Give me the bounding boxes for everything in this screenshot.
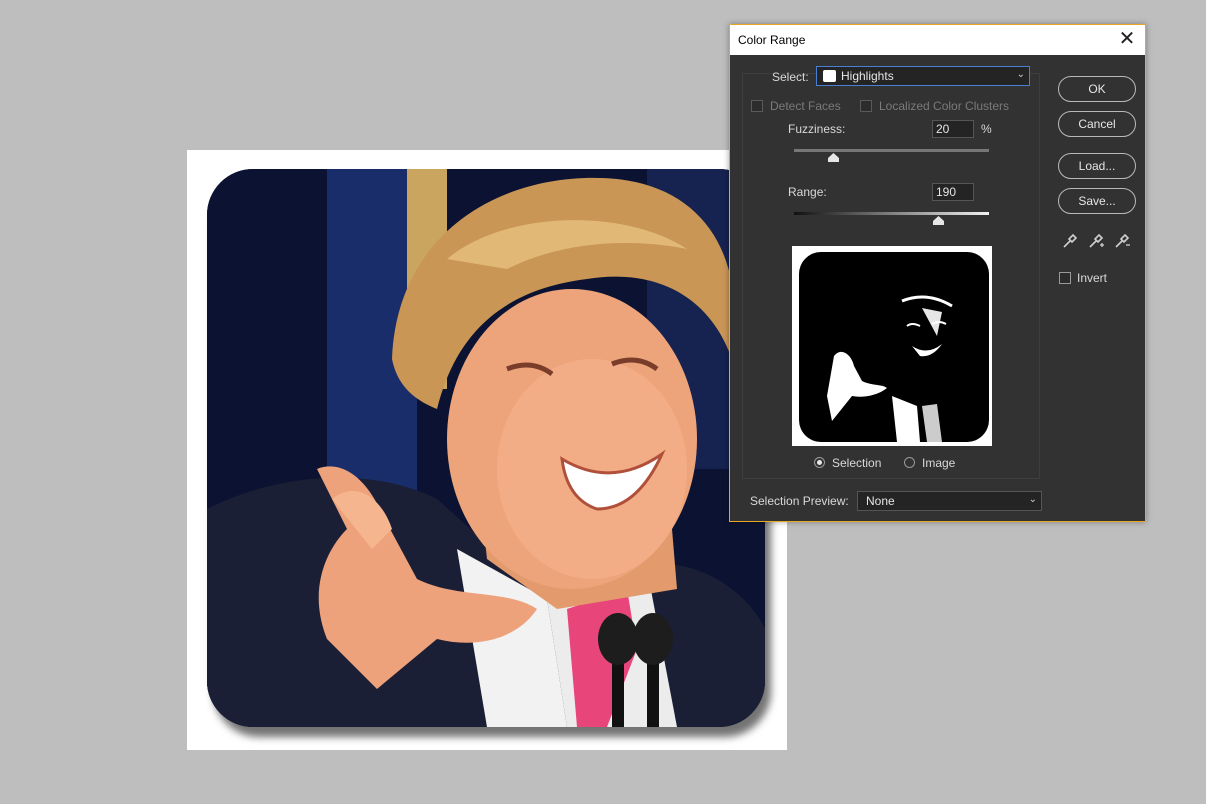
selection-preview-label: Selection Preview: [750, 494, 849, 508]
selection-radio[interactable] [814, 457, 825, 468]
range-label: Range: [788, 185, 827, 199]
dialog-titlebar[interactable]: Color Range ✕ [730, 25, 1145, 55]
fuzziness-unit: % [981, 122, 992, 136]
invert-label: Invert [1077, 271, 1108, 285]
invert-checkbox[interactable] [1059, 272, 1071, 284]
detect-faces-checkbox[interactable] [751, 100, 763, 112]
fuzziness-label: Fuzziness: [788, 122, 846, 136]
image-radio-label: Image [922, 456, 956, 470]
chevron-down-icon: ⌄ [1028, 494, 1037, 505]
fuzziness-slider-track[interactable] [794, 149, 989, 152]
document-canvas [187, 150, 787, 750]
close-icon[interactable]: ✕ [1115, 29, 1139, 51]
selection-radio-label: Selection [832, 456, 882, 470]
cancel-button[interactable]: Cancel [1058, 111, 1136, 137]
selection-preview-value: None [866, 494, 895, 508]
save-button[interactable]: Save... [1058, 188, 1136, 214]
select-label: Select: [772, 70, 809, 84]
load-button[interactable]: Load... [1058, 153, 1136, 179]
selection-preview-image [792, 246, 992, 446]
detect-faces-label: Detect Faces [770, 99, 841, 113]
fuzziness-input[interactable]: 20 [932, 120, 974, 138]
range-slider-track[interactable] [794, 212, 989, 215]
highlights-swatch-icon [823, 70, 836, 82]
eyedropper-minus-icon[interactable] [1113, 232, 1131, 255]
color-range-dialog: Color Range ✕ Select: Highlights ⌄ Detec… [729, 24, 1146, 522]
selection-preview-dropdown[interactable]: None ⌄ [857, 491, 1042, 511]
image-radio[interactable] [904, 457, 915, 468]
select-value: Highlights [841, 69, 894, 83]
range-input[interactable]: 190 [932, 183, 974, 201]
localized-clusters-label: Localized Color Clusters [879, 99, 1010, 113]
chevron-down-icon: ⌄ [1016, 69, 1025, 80]
select-dropdown[interactable]: Highlights ⌄ [816, 66, 1030, 86]
portrait-image [207, 169, 765, 727]
portrait-photo [207, 169, 765, 727]
ok-button[interactable]: OK [1058, 76, 1136, 102]
localized-clusters-checkbox[interactable] [860, 100, 872, 112]
eyedropper-icon[interactable] [1061, 232, 1079, 255]
eyedropper-plus-icon[interactable] [1087, 232, 1105, 255]
dialog-title: Color Range [738, 33, 806, 47]
